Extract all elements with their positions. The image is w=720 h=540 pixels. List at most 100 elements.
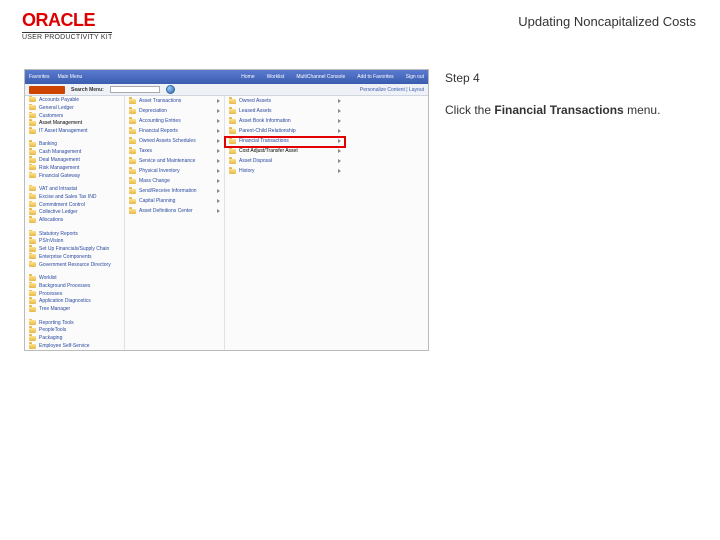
- menu-item[interactable]: Financial Transactions: [225, 136, 345, 146]
- menu-item[interactable]: Parent-Child Relationship: [225, 126, 345, 136]
- topbar-link[interactable]: Home: [241, 74, 254, 80]
- menu-item[interactable]: Accounts Payable: [25, 96, 124, 104]
- menu-item[interactable]: Capital Planning: [125, 196, 224, 206]
- menu-item-label: Mass Change: [139, 178, 214, 184]
- folder-icon: [29, 186, 36, 191]
- personalize-link[interactable]: Personalize Content | Layout: [360, 87, 424, 93]
- menu-item[interactable]: Taxes: [125, 146, 224, 156]
- menu-item-label: Asset Transactions: [139, 98, 214, 104]
- menu-item-label: Background Processes: [39, 283, 120, 289]
- menu-item[interactable]: Worklist: [25, 274, 124, 282]
- folder-icon: [129, 149, 136, 154]
- menu-item[interactable]: Owned Assets Schedules: [125, 136, 224, 146]
- folder-icon: [129, 129, 136, 134]
- folder-icon: [29, 210, 36, 215]
- topbar-link[interactable]: Sign out: [406, 74, 424, 80]
- menu-item[interactable]: Service and Maintenance: [125, 156, 224, 166]
- menu-item[interactable]: Reporting Tools: [25, 319, 124, 327]
- menu-item[interactable]: Collective Ledger: [25, 209, 124, 217]
- menu-item[interactable]: Cost Adjust/Transfer Asset: [225, 146, 345, 156]
- menu-item[interactable]: Packaging: [25, 334, 124, 342]
- menu-item[interactable]: Statutory Reports: [25, 230, 124, 238]
- menu-item[interactable]: History: [225, 166, 345, 176]
- menu-item[interactable]: Financial Reports: [125, 126, 224, 136]
- menu-item[interactable]: Cash Management: [25, 148, 124, 156]
- menu-item[interactable]: PeopleTools: [25, 326, 124, 334]
- folder-icon: [29, 328, 36, 333]
- menu-item[interactable]: Banking: [25, 141, 124, 149]
- search-input[interactable]: [110, 86, 160, 93]
- menu-item[interactable]: Depreciation: [125, 106, 224, 116]
- menu-item[interactable]: Background Processes: [25, 282, 124, 290]
- menu-item[interactable]: Send/Receive Information: [125, 186, 224, 196]
- menu-item[interactable]: Enterprise Components: [25, 253, 124, 261]
- menu-item-label: Customers: [39, 113, 120, 119]
- menu-item[interactable]: Physical Inventory: [125, 166, 224, 176]
- menu-item[interactable]: Financial Gateway: [25, 172, 124, 180]
- menu-item[interactable]: Owned Assets: [225, 96, 345, 106]
- menu-item-label: Processes: [39, 291, 120, 297]
- menu-item[interactable]: Risk Management: [25, 164, 124, 172]
- menu-item-label: Physical Inventory: [139, 168, 214, 174]
- chevron-right-icon: [338, 99, 341, 103]
- folder-icon: [29, 299, 36, 304]
- topbar-link[interactable]: Add to Favorites: [357, 74, 393, 80]
- app-brand-stripe: [29, 86, 65, 94]
- topbar-item[interactable]: Main Menu: [58, 74, 83, 80]
- menu-item[interactable]: Asset Management: [25, 119, 124, 127]
- folder-icon: [229, 109, 236, 114]
- menu-item[interactable]: Tree Manager: [25, 305, 124, 313]
- chevron-right-icon: [338, 169, 341, 173]
- menu-item-label: Packaging: [39, 335, 120, 341]
- topbar-link[interactable]: Worklist: [267, 74, 285, 80]
- chevron-right-icon: [338, 129, 341, 133]
- menu-item-label: Accounting Entries: [139, 118, 214, 124]
- folder-icon: [29, 320, 36, 325]
- menu-item[interactable]: IT Asset Management: [25, 127, 124, 135]
- menu-item[interactable]: Commitment Control: [25, 201, 124, 209]
- folder-icon: [29, 113, 36, 118]
- menu-item[interactable]: Deal Management: [25, 156, 124, 164]
- menu-item[interactable]: Processes: [25, 290, 124, 298]
- topbar-item[interactable]: Favorites: [29, 74, 50, 80]
- search-label: Search Menu:: [71, 87, 104, 93]
- chevron-right-icon: [217, 99, 220, 103]
- menu-item[interactable]: General Ledger: [25, 104, 124, 112]
- menu-item[interactable]: Accounting Entries: [125, 116, 224, 126]
- menu-item[interactable]: Allocations: [25, 216, 124, 224]
- folder-icon: [29, 276, 36, 281]
- folder-icon: [229, 139, 236, 144]
- folder-icon: [29, 97, 36, 102]
- menu-item[interactable]: Asset Disposal: [225, 156, 345, 166]
- chevron-right-icon: [217, 179, 220, 183]
- menu-item-label: Collective Ledger: [39, 209, 120, 215]
- topbar-link[interactable]: MultiChannel Console: [296, 74, 345, 80]
- folder-icon: [129, 209, 136, 214]
- folder-icon: [129, 99, 136, 104]
- folder-icon: [229, 129, 236, 134]
- folder-icon: [29, 194, 36, 199]
- menu-item[interactable]: Asset Transactions: [125, 96, 224, 106]
- menu-item[interactable]: Government Resource Directory: [25, 261, 124, 269]
- search-go-button[interactable]: [166, 85, 175, 94]
- folder-icon: [29, 158, 36, 163]
- folder-icon: [29, 121, 36, 126]
- menu-item[interactable]: Excise and Sales Tax IND: [25, 193, 124, 201]
- step-instruction: Click the Financial Transactions menu.: [445, 103, 702, 117]
- chevron-right-icon: [217, 189, 220, 193]
- menu-item-label: Taxes: [139, 148, 214, 154]
- menu-item[interactable]: Leased Assets: [225, 106, 345, 116]
- menu-item[interactable]: Customers: [25, 112, 124, 120]
- menu-item[interactable]: Application Diagnostics: [25, 298, 124, 306]
- menu-item[interactable]: Asset Book Information: [225, 116, 345, 126]
- menu-item[interactable]: PS/nVision: [25, 237, 124, 245]
- chevron-right-icon: [338, 139, 341, 143]
- folder-icon: [29, 202, 36, 207]
- menu-item[interactable]: Set Up Financials/Supply Chain: [25, 245, 124, 253]
- menu-item[interactable]: VAT and Intrastat: [25, 185, 124, 193]
- menu-item-label: Excise and Sales Tax IND: [39, 194, 120, 200]
- menu-item[interactable]: Mass Change: [125, 176, 224, 186]
- menu-item-label: Financial Reports: [139, 128, 214, 134]
- menu-item[interactable]: Asset Definitions Center: [125, 206, 224, 216]
- menu-item[interactable]: Employee Self-Service: [25, 342, 124, 350]
